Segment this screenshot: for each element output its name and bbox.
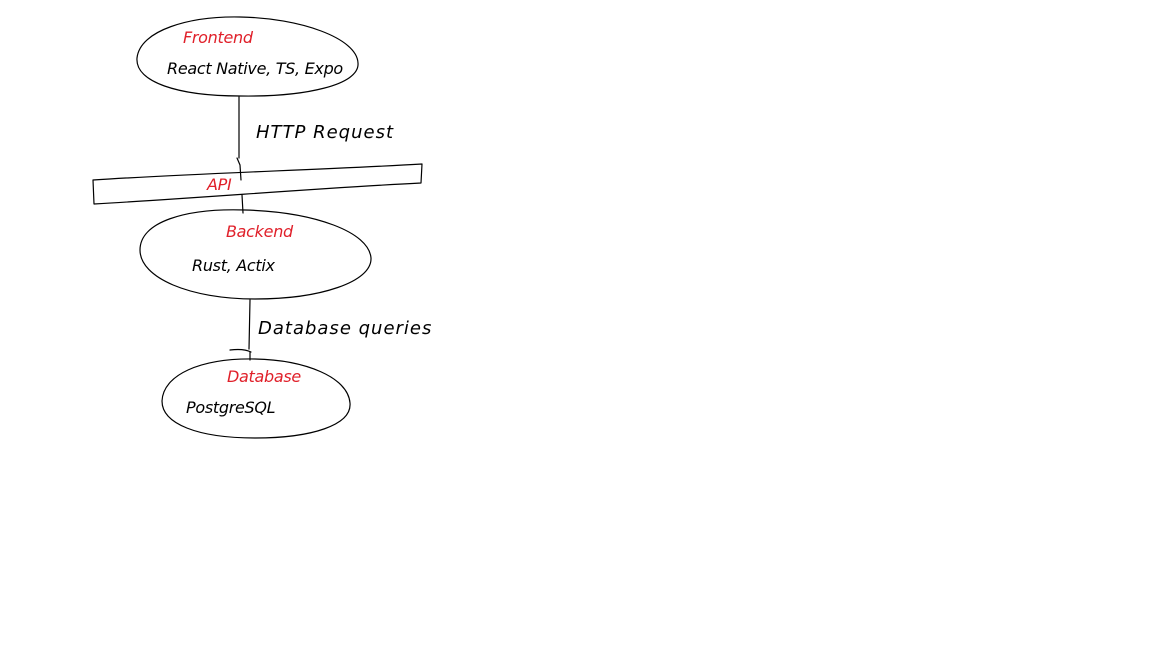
backend-subtitle: Rust, Actix — [192, 256, 276, 275]
api-title: API — [206, 175, 232, 194]
backend-to-database-connector — [229, 299, 252, 361]
frontend-to-api-connector — [236, 96, 242, 181]
database-subtitle: PostgreSQL — [186, 398, 275, 417]
database-queries-label: Database queries — [258, 318, 432, 339]
frontend-title: Frontend — [183, 28, 254, 47]
backend-title: Backend — [226, 222, 294, 241]
architecture-diagram: Frontend React Native, TS, Expo HTTP Req… — [92, 16, 432, 439]
api-band-shape — [92, 163, 423, 205]
database-title: Database — [227, 367, 301, 386]
frontend-subtitle: React Native, TS, Expo — [167, 59, 343, 78]
http-request-label: HTTP Request — [256, 122, 394, 143]
